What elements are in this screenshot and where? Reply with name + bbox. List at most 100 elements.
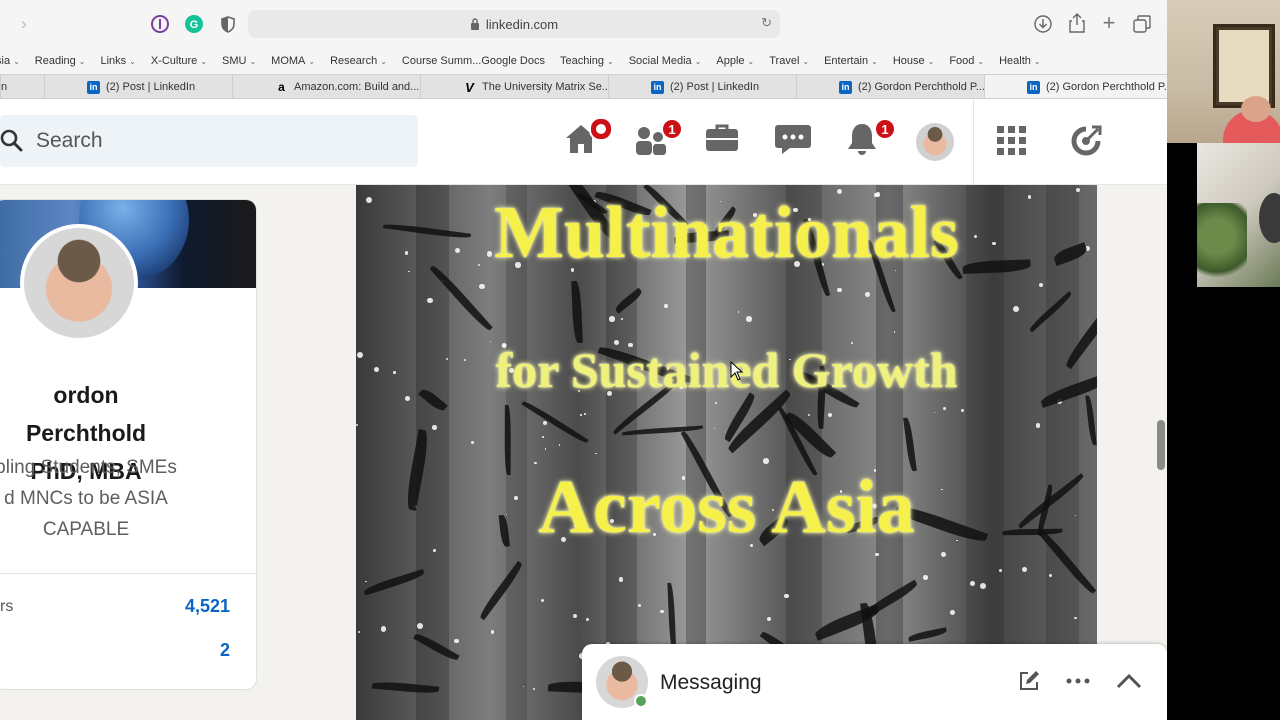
search-input[interactable]: Search xyxy=(36,129,103,153)
home-nav-item[interactable] xyxy=(563,117,613,161)
image-texture xyxy=(659,609,664,614)
chevron-down-icon: ⌄ xyxy=(308,57,316,66)
profile-headline-line3: CAPABLE xyxy=(42,519,130,540)
grammarly-icon[interactable]: G xyxy=(184,14,204,34)
bookmark-folder[interactable]: Social Media ⌄ xyxy=(629,55,702,67)
bookmark-folder[interactable]: Links ⌄ xyxy=(100,55,135,67)
browser-tab[interactable]: n xyxy=(0,75,44,98)
bookmark-folder[interactable]: MOMA ⌄ xyxy=(271,55,315,67)
profile-divider xyxy=(0,573,256,574)
image-texture xyxy=(865,291,871,297)
image-texture xyxy=(380,626,387,633)
shield-icon[interactable] xyxy=(218,14,238,34)
stat-connections-label[interactable]: rs xyxy=(0,598,13,616)
bookmark-folder[interactable]: X-Culture ⌄ xyxy=(151,55,207,67)
image-texture xyxy=(933,412,935,414)
home-badge xyxy=(589,117,613,141)
bookmark-folder[interactable]: Research ⌄ xyxy=(330,55,387,67)
image-texture xyxy=(358,631,360,633)
image-texture xyxy=(544,448,546,450)
bookmark-label: Food xyxy=(949,55,975,67)
browser-tab[interactable]: in (2) Gordon Perchthold P... xyxy=(984,75,1167,98)
messaging-panel[interactable]: Messaging xyxy=(582,644,1167,720)
notifications-nav-item[interactable]: 1 xyxy=(844,118,896,161)
bookmark-folder[interactable]: Reading ⌄ xyxy=(35,55,86,67)
search-box[interactable]: Search xyxy=(0,115,418,167)
image-texture xyxy=(571,281,583,344)
bookmark-label: X-Culture xyxy=(150,55,198,67)
bookmark-folder[interactable]: Food ⌄ xyxy=(949,55,984,67)
jobs-nav-item[interactable] xyxy=(704,121,744,161)
chevron-down-icon: ⌄ xyxy=(78,57,86,66)
forward-icon[interactable]: › xyxy=(14,12,34,36)
network-nav-item[interactable]: 1 xyxy=(633,118,683,161)
image-texture xyxy=(558,443,561,446)
browser-tab[interactable]: in (2) Gordon Perchthold P... xyxy=(796,75,984,98)
reload-icon[interactable]: ↻ xyxy=(761,15,772,31)
cursor-icon xyxy=(730,361,744,381)
bookmark-folder[interactable]: Course Summ...Google Docs xyxy=(402,55,545,67)
bookmark-folder[interactable]: SMU ⌄ xyxy=(222,55,256,67)
image-texture xyxy=(454,638,459,644)
bookmark-folder[interactable]: Travel ⌄ xyxy=(769,55,809,67)
bookmark-label: Social Media xyxy=(628,55,692,67)
bookmark-label: Teaching xyxy=(559,55,604,67)
profile-name-line1: ordon Perchthold xyxy=(25,382,147,446)
bookmarks-bar: sia⌄Reading⌄Links⌄X-Culture⌄SMU⌄MOMA⌄Res… xyxy=(0,48,1167,74)
work-nav-item[interactable] xyxy=(996,125,1036,165)
browser-tab[interactable]: a Amazon.com: Build and... xyxy=(232,75,420,98)
compose-icon[interactable] xyxy=(1016,668,1042,694)
messaging-title[interactable]: Messaging xyxy=(660,671,762,695)
stat-connections-value[interactable]: 4,521 xyxy=(185,596,230,617)
tab-label: (2) Gordon Perchthold P... xyxy=(1046,81,1167,93)
stat-second-value[interactable]: 2 xyxy=(220,640,230,661)
more-options-icon[interactable] xyxy=(1065,668,1091,694)
image-texture xyxy=(1039,282,1044,288)
bookmark-label: SMU xyxy=(222,55,247,67)
onepassword-icon[interactable] xyxy=(150,14,170,34)
image-texture xyxy=(664,304,668,308)
bookmark-folder[interactable]: Apple ⌄ xyxy=(716,55,754,67)
video-participant-1 xyxy=(1167,0,1280,143)
me-nav-item[interactable] xyxy=(916,123,954,161)
page-scrollbar[interactable] xyxy=(1157,420,1165,470)
chat-icon xyxy=(775,125,811,154)
bookmark-folder[interactable]: sia⌄ xyxy=(0,55,20,67)
browser-tab[interactable]: in (2) Post | LinkedIn xyxy=(608,75,796,98)
share-icon[interactable] xyxy=(1066,12,1088,34)
image-texture xyxy=(356,423,359,427)
chevron-down-icon: ⌄ xyxy=(380,57,387,66)
profile-photo[interactable] xyxy=(20,224,138,342)
image-texture xyxy=(746,316,752,322)
chevron-up-icon[interactable] xyxy=(1116,668,1142,694)
tab-overview-icon[interactable] xyxy=(1131,13,1153,35)
chevron-down-icon: ⌄ xyxy=(694,57,702,66)
url-text: linkedin.com xyxy=(485,16,559,32)
advertise-nav-item[interactable] xyxy=(1070,123,1110,163)
messaging-nav-item[interactable] xyxy=(774,121,814,161)
profile-card[interactable]: ordon Perchthold PhD, MBA bling Students… xyxy=(0,200,256,689)
image-texture xyxy=(907,627,948,643)
url-bar[interactable]: linkedin.com ↻ xyxy=(248,10,780,38)
image-texture xyxy=(893,331,896,333)
bookmark-folder[interactable]: Entertain ⌄ xyxy=(824,55,878,67)
image-texture xyxy=(365,580,368,583)
post-image-tagline: Across Asia xyxy=(538,465,915,549)
bookmark-folder[interactable]: Health ⌄ xyxy=(999,55,1041,67)
new-tab-icon[interactable]: + xyxy=(1098,10,1120,35)
notifications-badge: 1 xyxy=(874,118,896,140)
browser-tab[interactable]: V The University Matrix Se... xyxy=(420,75,608,98)
bookmark-folder[interactable]: House ⌄ xyxy=(893,55,935,67)
browser-toolbar: › G linkedin.com ↻ + xyxy=(0,0,1167,48)
bookmark-label: Links xyxy=(100,55,127,67)
download-icon[interactable] xyxy=(1032,13,1054,35)
post-image[interactable]: Multinationals for Sustained Growth Acro… xyxy=(356,185,1097,720)
post-image-subtitle: for Sustained Growth xyxy=(495,342,958,398)
tab-label: (2) Gordon Perchthold P... xyxy=(858,81,984,93)
bookmark-folder[interactable]: Teaching ⌄ xyxy=(560,55,614,67)
chevron-down-icon: ⌄ xyxy=(977,57,985,66)
chevron-down-icon: ⌄ xyxy=(129,57,136,66)
grid-icon xyxy=(997,126,1026,155)
browser-tab[interactable]: in (2) Post | LinkedIn xyxy=(44,75,232,98)
image-texture xyxy=(532,687,535,691)
